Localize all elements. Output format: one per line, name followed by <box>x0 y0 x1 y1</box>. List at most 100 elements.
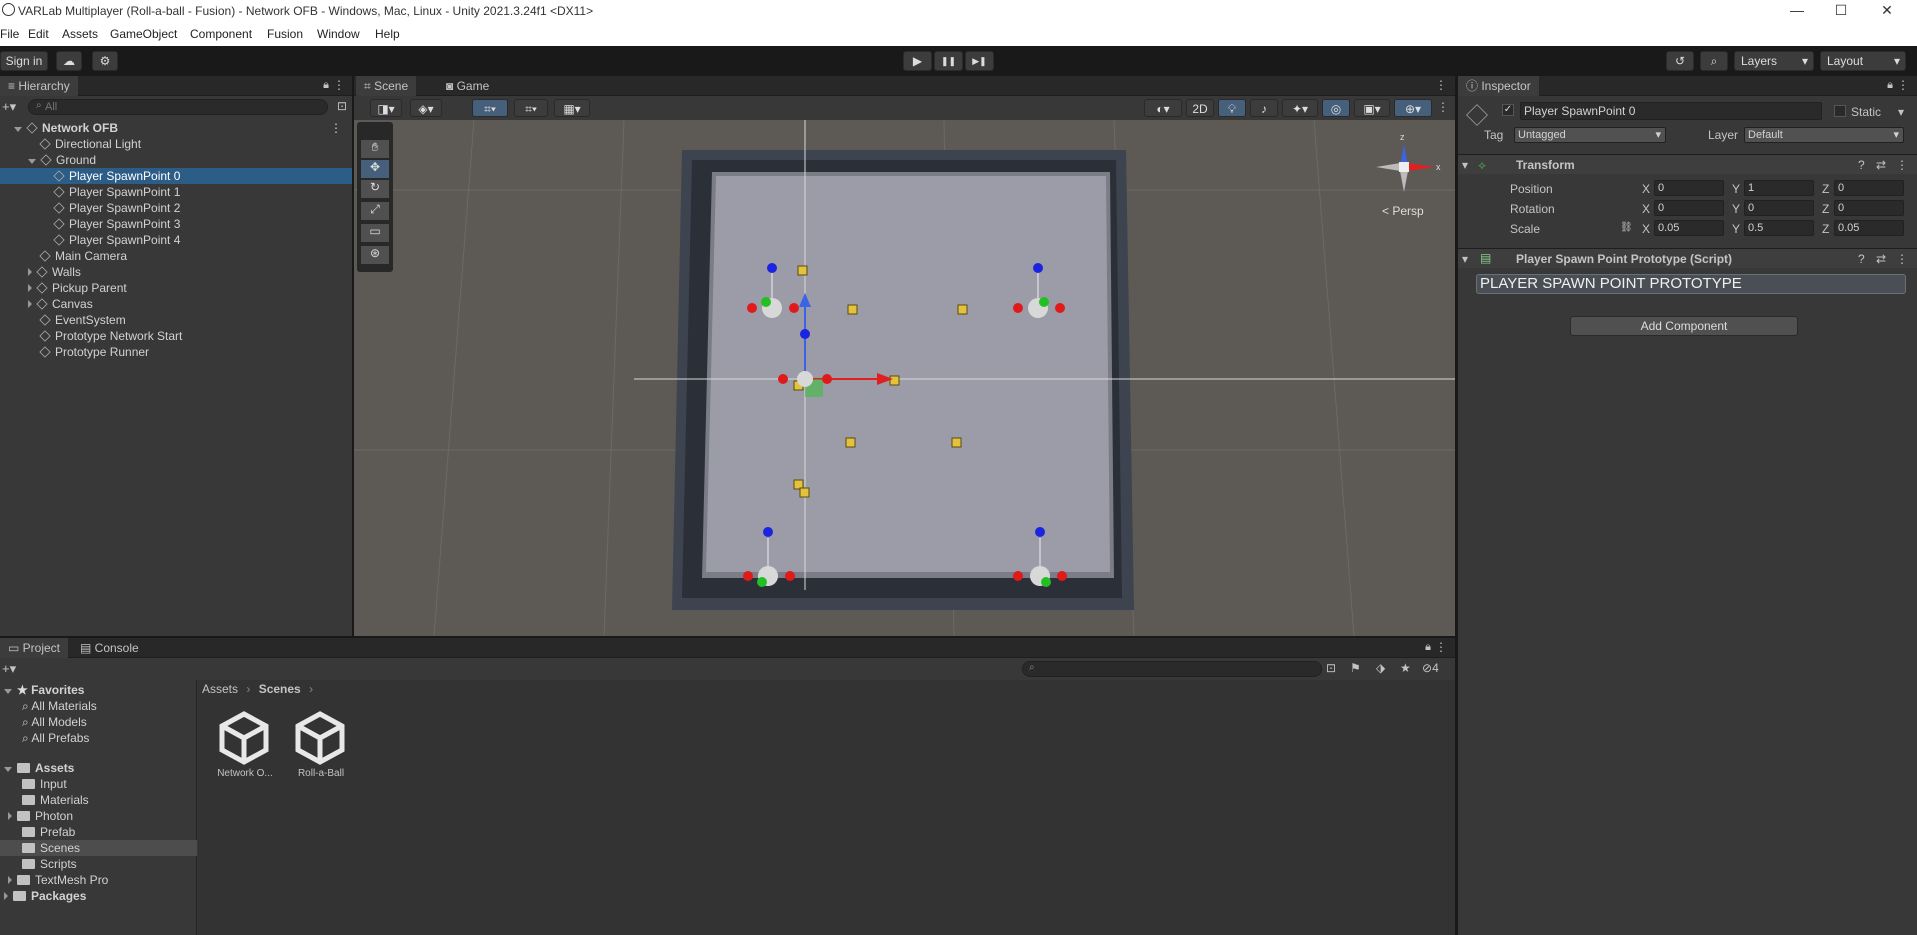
hierarchy-item[interactable]: Main Camera <box>0 248 352 264</box>
scene-search-icon[interactable]: ⊡ <box>337 99 347 113</box>
favorite-icon[interactable]: ★ <box>1400 661 1411 675</box>
menu-assets[interactable]: Assets <box>62 27 98 41</box>
hierarchy-item[interactable]: Prototype Network Start <box>0 328 352 344</box>
more-icon[interactable]: ⋮ <box>1896 158 1908 172</box>
script-component-header[interactable]: ▾ ▤ Player Spawn Point Prototype (Script… <box>1458 248 1917 268</box>
transform-header[interactable]: ▾ ⟡ Transform ? ⇄ ⋮ <box>1458 154 1917 174</box>
visibility-icon[interactable]: ◎ <box>1322 99 1350 117</box>
add-icon[interactable]: +▾ <box>2 99 16 115</box>
scene-file-item[interactable]: Roll-a-Ball <box>286 710 356 790</box>
favorite-item[interactable]: ⌕ All Prefabs <box>22 730 89 746</box>
menu-edit[interactable]: Edit <box>28 27 49 41</box>
tag-dropdown[interactable]: Untagged ▾ <box>1514 127 1666 143</box>
grid-icon[interactable]: ▦▾ <box>554 99 590 117</box>
search-by-type-icon[interactable]: ⊡ <box>1326 661 1336 675</box>
history-icon[interactable]: ↺ <box>1666 51 1694 71</box>
pause-button[interactable]: ❚❚ <box>934 51 963 71</box>
rotation-x-field[interactable]: 0 <box>1654 200 1724 216</box>
layer-dropdown[interactable]: Default ▾ <box>1744 127 1904 143</box>
chevron-down-icon[interactable] <box>28 159 36 164</box>
rotation-y-field[interactable]: 0 <box>1744 200 1814 216</box>
more-icon[interactable]: ⋮ <box>1437 100 1449 114</box>
add-icon[interactable]: +▾ <box>2 661 16 677</box>
folder-item-selected[interactable]: Scenes <box>0 840 197 856</box>
camera-icon[interactable]: ▣▾ <box>1354 99 1390 117</box>
divider[interactable] <box>352 76 354 636</box>
preset-icon[interactable]: ⇄ <box>1876 252 1886 266</box>
divider[interactable] <box>1455 76 1458 935</box>
hierarchy-item[interactable]: Prototype Runner <box>0 344 352 360</box>
active-checkbox[interactable]: ✓ <box>1502 104 1514 116</box>
menu-gameobject[interactable]: GameObject <box>110 27 177 41</box>
menu-component[interactable]: Component <box>190 27 252 41</box>
lock-icon[interactable]: 🔒︎ <box>1887 79 1893 92</box>
hierarchy-item[interactable]: Player SpawnPoint 4 <box>0 232 352 248</box>
label-icon[interactable]: ⬗ <box>1376 661 1385 675</box>
hierarchy-item[interactable]: Pickup Parent <box>0 280 352 296</box>
hierarchy-item[interactable]: Player SpawnPoint 2 <box>0 200 352 216</box>
favorite-item[interactable]: ⌕ All Models <box>22 714 87 730</box>
collab-icon[interactable]: ⚙ <box>92 51 118 71</box>
folder-item[interactable]: Prefab <box>22 824 75 840</box>
tab-project[interactable]: ▭ Project <box>0 638 69 658</box>
help-icon[interactable]: ? <box>1858 252 1865 266</box>
add-component-button[interactable]: Add Component <box>1570 316 1798 336</box>
scale-x-field[interactable]: 0.05 <box>1654 220 1724 236</box>
sign-in-button[interactable]: Sign in <box>0 51 48 71</box>
grid-snap-icon[interactable]: ⌗▾ <box>472 99 508 117</box>
folder-item[interactable]: Photon <box>8 808 73 824</box>
gizmos-icon[interactable]: ⊕▾ <box>1394 99 1432 117</box>
tab-game[interactable]: ◙ Game <box>438 76 497 96</box>
hierarchy-item[interactable]: Directional Light <box>0 136 352 152</box>
static-checkbox[interactable] <box>1834 105 1846 117</box>
packages-item[interactable]: Packages <box>4 888 86 904</box>
scene-file-item[interactable]: Network O... <box>210 710 280 790</box>
chevron-right-icon[interactable] <box>28 300 32 308</box>
shading-icon[interactable]: ◐▾ <box>1144 99 1182 117</box>
hierarchy-item[interactable]: EventSystem <box>0 312 352 328</box>
breadcrumb-item[interactable]: Scenes <box>259 682 301 696</box>
object-name-field[interactable]: Player SpawnPoint 0 <box>1520 102 1822 120</box>
preset-icon[interactable]: ⇄ <box>1876 158 1886 172</box>
favorite-item[interactable]: ⌕ All Materials <box>22 698 97 714</box>
minimize-button[interactable]: — <box>1782 2 1812 18</box>
more-icon[interactable]: ⋮ <box>330 120 342 136</box>
chevron-right-icon[interactable] <box>28 284 32 292</box>
snap-icon[interactable]: ⌗▾ <box>514 99 548 117</box>
folder-item[interactable]: Input <box>22 776 67 792</box>
audio-icon[interactable]: ♪ <box>1250 99 1278 117</box>
rotation-z-field[interactable]: 0 <box>1834 200 1904 216</box>
hierarchy-item[interactable]: Ground <box>0 152 352 168</box>
layout-dropdown[interactable]: Layout ▾ <box>1820 51 1906 71</box>
rotate-tool-icon[interactable]: ↻ <box>361 180 389 198</box>
help-icon[interactable]: ? <box>1858 158 1865 172</box>
folder-item[interactable]: TextMesh Pro <box>8 872 108 888</box>
project-search-input[interactable]: ⌕ <box>1022 661 1322 677</box>
transform-tool-icon[interactable]: ⊛ <box>361 246 389 264</box>
more-icon[interactable]: ⋮ <box>1435 78 1447 92</box>
menu-help[interactable]: Help <box>375 27 400 41</box>
maximize-button[interactable]: ☐ <box>1826 2 1856 19</box>
chevron-down-icon[interactable] <box>14 127 22 132</box>
position-x-field[interactable]: 0 <box>1654 180 1724 196</box>
menu-window[interactable]: Window <box>317 27 360 41</box>
filter-icon[interactable]: ⚑ <box>1350 661 1361 675</box>
hierarchy-item[interactable]: Player SpawnPoint 0 <box>0 168 352 184</box>
hierarchy-item[interactable]: Network OFB ⋮ <box>0 120 352 136</box>
scene-viewport[interactable]: ✋︎ ✥ ↻ ⤢ ▭ ⊛ z x < Persp <box>354 120 1455 636</box>
assets-item[interactable]: Assets <box>4 760 74 776</box>
hierarchy-item[interactable]: Player SpawnPoint 1 <box>0 184 352 200</box>
scale-y-field[interactable]: 0.5 <box>1744 220 1814 236</box>
scale-tool-icon[interactable]: ⤢ <box>361 202 389 220</box>
lock-icon[interactable]: 🔒︎ <box>1425 641 1431 654</box>
tab-console[interactable]: ▤ Console <box>72 638 147 658</box>
more-icon[interactable]: ⋮ <box>1897 78 1909 92</box>
position-y-field[interactable]: 1 <box>1744 180 1814 196</box>
pivot-icon[interactable]: ◈▾ <box>410 99 442 117</box>
move-tool-icon[interactable]: ✥ <box>361 160 389 178</box>
breadcrumb-item[interactable]: Assets <box>202 682 238 696</box>
step-button[interactable]: ▶❚ <box>965 51 994 71</box>
chevron-right-icon[interactable] <box>28 268 32 276</box>
rect-tool-icon[interactable]: ▭ <box>361 224 389 242</box>
effects-icon[interactable]: ✦▾ <box>1282 99 1318 117</box>
